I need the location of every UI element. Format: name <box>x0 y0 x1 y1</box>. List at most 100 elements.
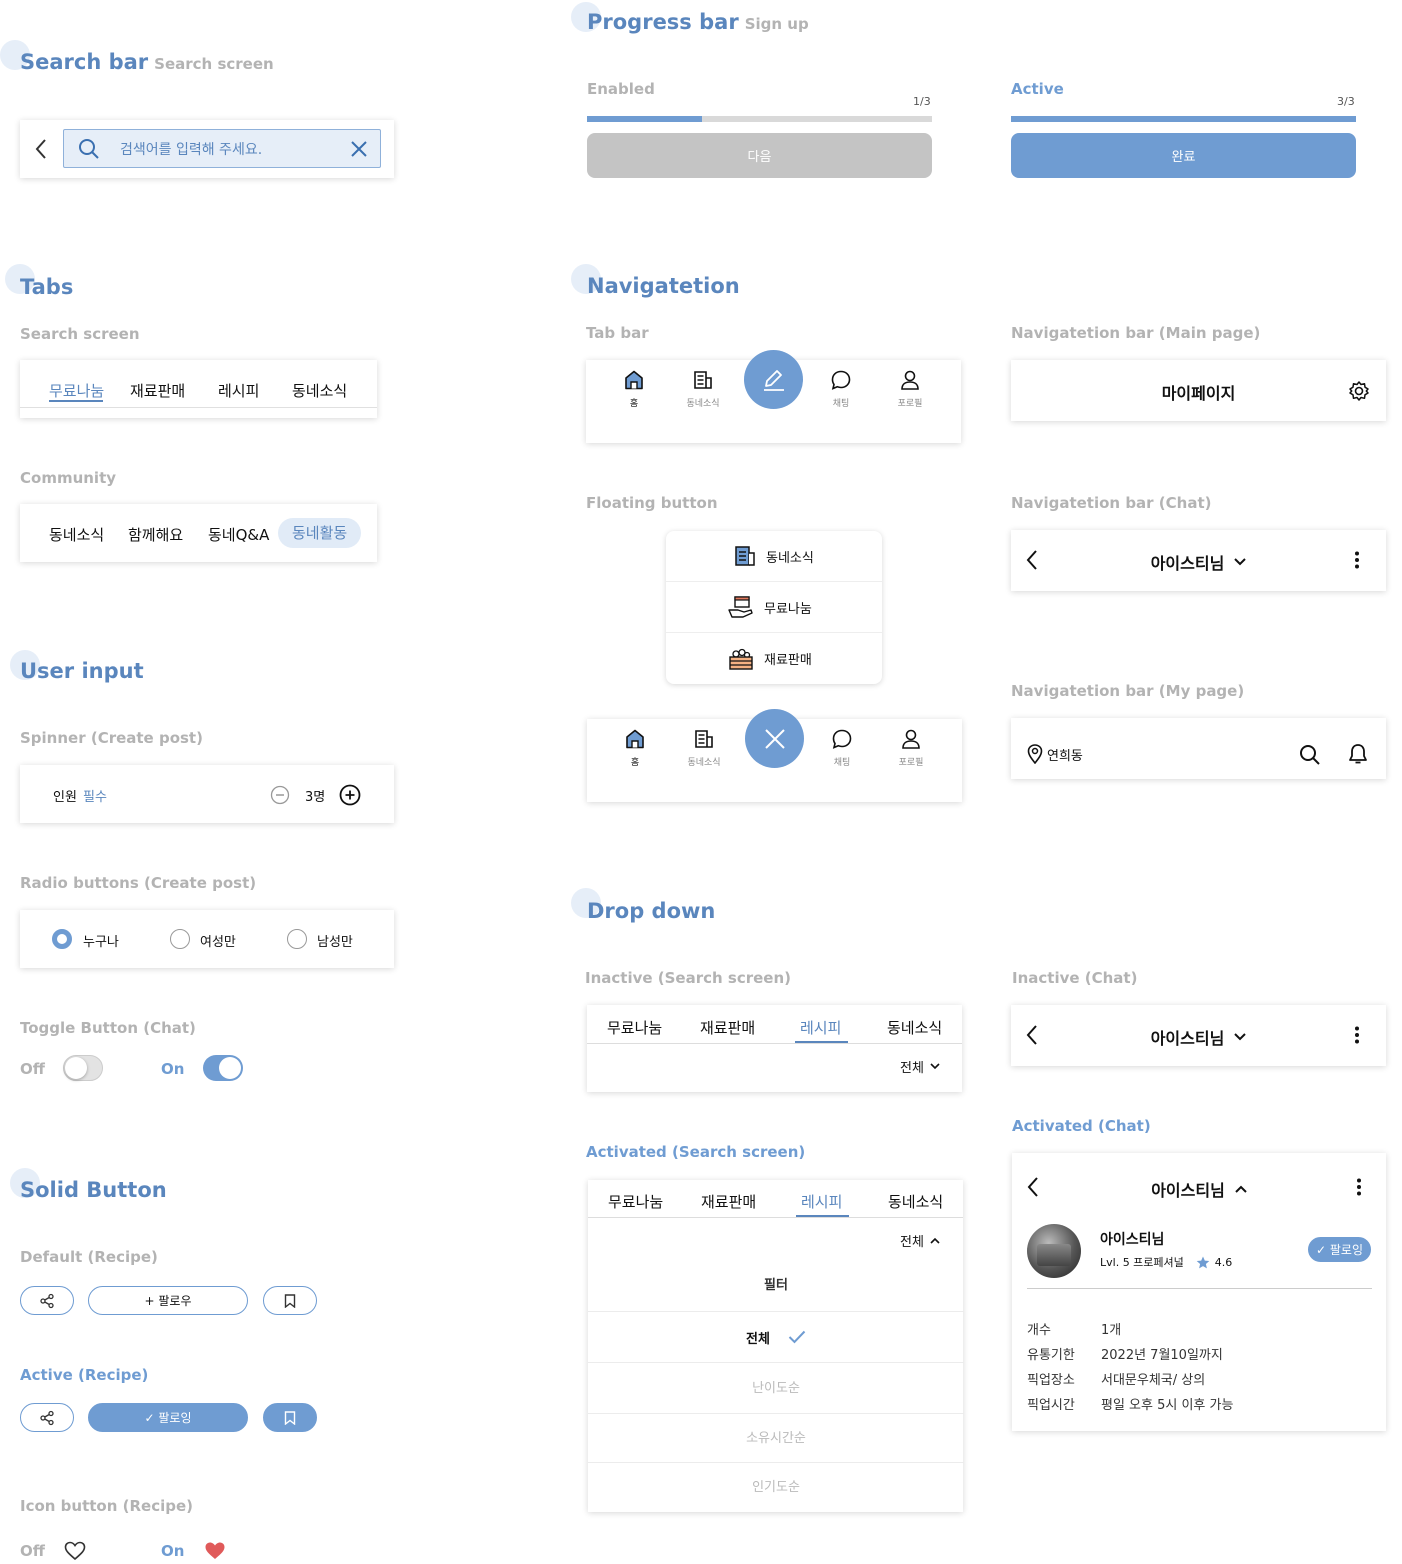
tab-activity[interactable]: 동네활동 <box>278 518 362 548</box>
write-fab[interactable] <box>744 350 803 409</box>
section-title-user-input: User input <box>20 659 144 683</box>
radio-unselected[interactable] <box>287 929 307 949</box>
news-icon <box>695 730 713 748</box>
nav-home[interactable]: 홈 <box>609 370 659 409</box>
chat-title-dropdown[interactable]: 아이스티님 <box>1011 550 1386 574</box>
nav-chat[interactable]: 채팅 <box>817 729 867 768</box>
required-tag: 필수 <box>83 790 107 805</box>
done-button[interactable]: 완료 <box>1011 133 1356 178</box>
follow-button[interactable]: + 팔로우 <box>88 1286 248 1315</box>
progress-fill <box>587 116 702 122</box>
minus-circle-icon[interactable] <box>270 785 290 805</box>
divider <box>20 407 377 408</box>
next-button[interactable]: 다음 <box>587 133 932 178</box>
share-icon <box>39 1293 55 1309</box>
bookmark-button-active[interactable] <box>263 1403 317 1432</box>
news-icon <box>734 545 756 567</box>
gift-hand-icon <box>728 595 754 619</box>
label-radio: Radio buttons (Create post) <box>20 874 257 892</box>
tab-recipe[interactable]: 레시피 <box>800 1017 841 1038</box>
menu-item[interactable]: 소유시간순 <box>588 1413 964 1462</box>
following-badge[interactable]: ✓ 팔로잉 <box>1308 1237 1371 1262</box>
gear-icon[interactable] <box>1348 380 1370 402</box>
more-vertical-icon[interactable] <box>1356 1178 1362 1196</box>
tab-ingredients[interactable]: 재료판매 <box>701 1191 756 1212</box>
radio-unselected[interactable] <box>170 929 190 949</box>
floating-item-news[interactable]: 동네소식 <box>666 531 882 582</box>
label-enabled: Enabled <box>587 80 655 98</box>
tab-ingredients[interactable]: 재료판매 <box>130 380 185 401</box>
location-pin-icon <box>1027 744 1043 764</box>
spinner-value: 3명 <box>305 790 326 805</box>
tab-bar: 홈 동네소식 채팅 포로필 <box>586 350 961 443</box>
progress-count: 1/3 <box>913 95 931 108</box>
filter-dropdown[interactable]: 전체 <box>900 1057 940 1076</box>
chat-title-dropdown[interactable]: 아이스티님 <box>1012 1177 1386 1201</box>
more-vertical-icon[interactable] <box>1354 1026 1360 1044</box>
label-activated-search: Activated (Search screen) <box>586 1143 806 1161</box>
section-title-dropdown: Drop down <box>587 899 716 923</box>
label-activated-chat: Activated (Chat) <box>1012 1117 1151 1135</box>
following-button[interactable]: ✓ 팔로잉 <box>88 1403 248 1432</box>
radio-label: 누구나 <box>83 935 119 950</box>
menu-item[interactable]: 인기도순 <box>588 1462 964 1512</box>
close-fab[interactable] <box>745 709 804 768</box>
toggle-on[interactable] <box>203 1055 243 1081</box>
tab-news[interactable]: 동네소식 <box>292 380 347 401</box>
floating-item-free[interactable]: 무료나눔 <box>666 582 882 633</box>
radio-card: 누구나 여성만 남성만 <box>20 910 394 968</box>
back-chevron-icon[interactable] <box>34 138 48 160</box>
search-placeholder: 검색어를 입력해 주세요. <box>120 141 263 158</box>
tab-free[interactable]: 무료나눔 <box>49 380 104 401</box>
tab-qa[interactable]: 동네Q&A <box>208 524 269 545</box>
label-navbar-main: Navigatetion bar (Main page) <box>1011 324 1261 342</box>
dropdown-inactive-search: 무료나눔 재료판매 레시피 동네소식 전체 <box>587 1005 962 1092</box>
tab-together[interactable]: 함께해요 <box>128 524 183 545</box>
tab-news[interactable]: 동네소식 <box>49 524 104 545</box>
avatar <box>1027 1224 1081 1278</box>
bookmark-icon <box>284 1293 296 1308</box>
nav-chat[interactable]: 채팅 <box>816 370 866 409</box>
menu-item[interactable]: 난이도순 <box>588 1362 964 1413</box>
menu-item-selected[interactable]: 전체 <box>588 1311 964 1362</box>
floating-item-ingredients[interactable]: 재료판매 <box>666 633 882 684</box>
tab-recipe[interactable]: 레시피 <box>218 380 259 401</box>
search-icon[interactable] <box>1299 744 1321 766</box>
chat-title-dropdown[interactable]: 아이스티님 <box>1011 1025 1386 1049</box>
radio-selected[interactable] <box>52 929 72 949</box>
menu-header: 필터 <box>764 1278 788 1293</box>
tab-news[interactable]: 동네소식 <box>888 1191 943 1212</box>
tab-recipe[interactable]: 레시피 <box>801 1191 842 1212</box>
nav-news[interactable]: 동네소식 <box>679 729 729 768</box>
heart-filled-icon[interactable] <box>204 1541 226 1561</box>
tab-news[interactable]: 동네소식 <box>887 1017 942 1038</box>
nav-profile[interactable]: 포로필 <box>886 729 936 768</box>
location-selector[interactable]: 연희동 <box>1027 744 1083 764</box>
chevron-up-icon <box>1235 1185 1247 1193</box>
heart-outline-icon[interactable] <box>64 1541 86 1561</box>
share-button[interactable] <box>20 1403 74 1432</box>
basket-icon <box>728 648 754 670</box>
floating-menu: 동네소식 무료나눔 재료판매 <box>666 531 882 684</box>
search-input[interactable]: 검색어를 입력해 주세요. <box>63 129 381 168</box>
bookmark-button[interactable] <box>263 1286 317 1315</box>
chat-icon <box>832 729 852 749</box>
nav-home[interactable]: 홈 <box>610 729 660 768</box>
home-icon <box>626 729 644 749</box>
plus-circle-icon[interactable] <box>339 784 361 806</box>
nav-news[interactable]: 동네소식 <box>678 370 728 409</box>
more-vertical-icon[interactable] <box>1354 551 1360 569</box>
label-search-screen: Search screen <box>20 325 140 343</box>
toggle-off[interactable] <box>63 1055 103 1081</box>
navbar-chat: 아이스티님 <box>1011 530 1386 591</box>
bell-icon[interactable] <box>1348 743 1368 765</box>
filter-dropdown[interactable]: 전체 <box>900 1231 940 1250</box>
share-button[interactable] <box>20 1286 74 1315</box>
nav-profile[interactable]: 포로필 <box>885 370 935 409</box>
close-icon[interactable] <box>350 140 368 158</box>
news-icon <box>694 371 712 389</box>
tab-free[interactable]: 무료나눔 <box>608 1191 663 1212</box>
tab-ingredients[interactable]: 재료판매 <box>700 1017 755 1038</box>
section-title-tabs: Tabs <box>20 275 74 299</box>
tab-free[interactable]: 무료나눔 <box>607 1017 662 1038</box>
